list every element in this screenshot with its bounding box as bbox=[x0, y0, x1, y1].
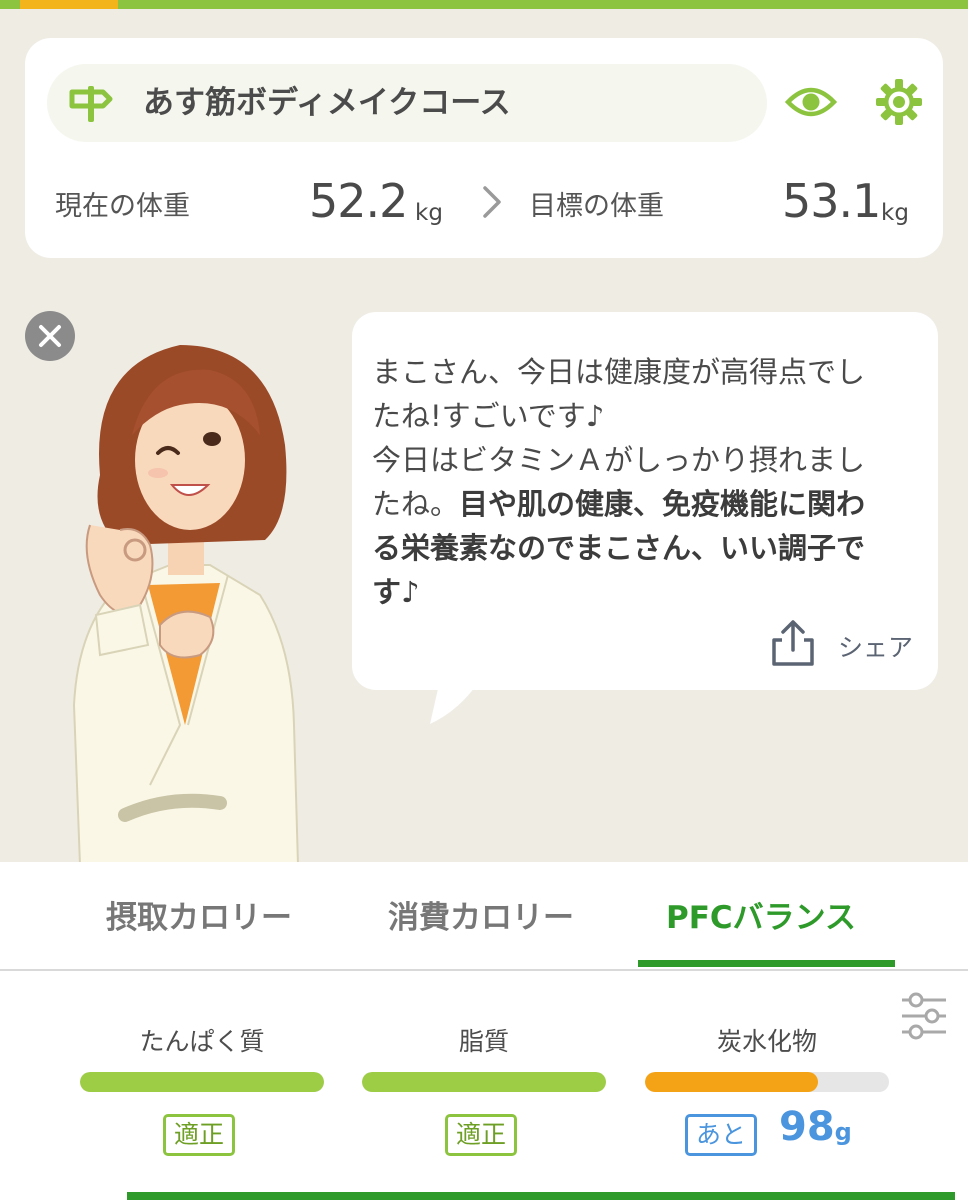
tab-intake-calories[interactable]: 摂取カロリー bbox=[106, 892, 292, 937]
message-line: る栄養素なのでまこさん、いい調子で bbox=[372, 526, 922, 570]
tab-burned-calories[interactable]: 消費カロリー bbox=[388, 892, 574, 937]
status-badge: 適正 bbox=[445, 1114, 518, 1156]
signpost-icon bbox=[69, 86, 113, 122]
target-weight-unit: kg bbox=[881, 200, 909, 226]
status-badge: 適正 bbox=[163, 1114, 236, 1156]
coach-speech-bubble: まこさん、今日は健康度が高得点でし たね!すごいです♪ 今日はビタミンＡがしっか… bbox=[352, 312, 938, 690]
share-icon bbox=[772, 620, 814, 666]
bottom-accent-strip bbox=[127, 1192, 955, 1200]
eye-icon[interactable] bbox=[785, 82, 837, 122]
message-line: たね!すごいです♪ bbox=[372, 399, 605, 433]
coach-message: まこさん、今日は健康度が高得点でし たね!すごいです♪ 今日はビタミンＡがしっか… bbox=[372, 350, 922, 614]
share-button[interactable]: シェア bbox=[770, 618, 920, 666]
top-progress-bar bbox=[0, 0, 968, 9]
coach-character-illustration bbox=[72, 345, 300, 865]
message-line: まこさん、今日は健康度が高得点でし bbox=[372, 355, 866, 389]
nutrient-bar-track bbox=[80, 1072, 324, 1092]
nutrient-protein: たんぱく質 適正 bbox=[80, 1022, 324, 1162]
target-weight-value: 53.1 bbox=[782, 174, 881, 228]
remaining-unit: g bbox=[834, 1118, 852, 1146]
nutrient-bar-fill bbox=[80, 1072, 324, 1092]
remaining-badge: あと bbox=[685, 1114, 758, 1156]
current-weight-value: 52.2 bbox=[309, 174, 408, 228]
nutrient-bar-fill bbox=[645, 1072, 819, 1092]
nutrient-bar-track bbox=[645, 1072, 889, 1092]
message-highlight: 目や肌の健康、免疫機能に関わ bbox=[459, 487, 866, 521]
active-tab-indicator bbox=[638, 960, 895, 967]
current-weight-label: 現在の体重 bbox=[55, 191, 190, 222]
current-weight-unit: kg bbox=[415, 200, 443, 226]
course-name: あす筋ボディメイクコース bbox=[143, 85, 511, 121]
chevron-right-icon bbox=[483, 186, 501, 218]
share-label: シェア bbox=[838, 633, 914, 662]
message-highlight: す♪ bbox=[372, 575, 420, 609]
message-line: す♪ bbox=[372, 570, 922, 614]
sliders-icon[interactable] bbox=[900, 992, 948, 1040]
message-text: たね。 bbox=[372, 487, 460, 521]
message-highlight: る栄養素なのでまこさん、いい調子で bbox=[372, 531, 866, 565]
remaining-value: 98 bbox=[779, 1104, 835, 1150]
course-selector[interactable]: あす筋ボディメイクコース bbox=[47, 64, 767, 142]
nutrition-panel: 摂取カロリー 消費カロリー PFCバランス たんぱく質 適正 脂質 適正 炭水化… bbox=[0, 862, 968, 1200]
course-card: あす筋ボディメイクコース 現在の体重 52.2 kg 目標の体重 53.1 kg bbox=[25, 38, 943, 258]
target-weight-label: 目標の体重 bbox=[529, 191, 664, 222]
remaining-amount: 98g bbox=[779, 1104, 852, 1150]
message-line: たね。目や肌の健康、免疫機能に関わ bbox=[372, 482, 922, 526]
gear-icon[interactable] bbox=[875, 78, 923, 126]
tab-pfc-balance[interactable]: PFCバランス bbox=[666, 892, 856, 937]
nutrient-bar-fill bbox=[362, 1072, 606, 1092]
nutrient-name: 脂質 bbox=[458, 1027, 509, 1056]
nutrient-name: 炭水化物 bbox=[716, 1027, 817, 1056]
nutrient-fat: 脂質 適正 bbox=[362, 1022, 606, 1162]
nutrient-bar-track bbox=[362, 1072, 606, 1092]
nutrient-carbohydrate: 炭水化物 あと 98g bbox=[645, 1022, 889, 1162]
top-progress-segment bbox=[20, 0, 118, 9]
nutrient-name: たんぱく質 bbox=[139, 1027, 265, 1056]
message-line: 今日はビタミンＡがしっかり摂れまし bbox=[372, 443, 866, 477]
tab-divider bbox=[0, 969, 968, 971]
